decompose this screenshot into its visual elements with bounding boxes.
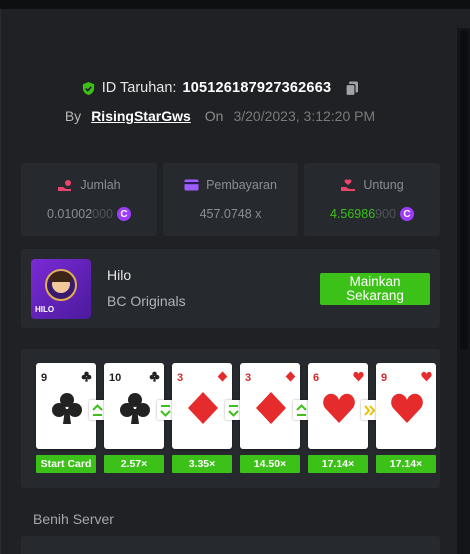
card-rank: 3 bbox=[245, 372, 252, 384]
game-info-row: HILO Hilo BC Originals Mainkan Sekarang bbox=[21, 249, 440, 328]
by-label: By bbox=[64, 108, 82, 124]
coin-icon: C bbox=[117, 207, 132, 221]
card-multiplier: 17.14× bbox=[308, 455, 368, 473]
server-seed-field bbox=[21, 536, 440, 554]
diamonds-small-icon bbox=[285, 371, 296, 382]
on-label: On bbox=[204, 108, 224, 124]
hearts-icon bbox=[323, 393, 355, 423]
thumbnail-hair bbox=[50, 272, 72, 282]
coin-icon: C bbox=[400, 207, 415, 221]
stat-payout-value: 457.0748 x bbox=[199, 207, 262, 221]
game-thumbnail[interactable]: HILO bbox=[31, 259, 91, 319]
hilo-cards-panel: 9 Start Card 10 2.57× 3 3.35× 3 14.50× 6 17.14× 9 1… bbox=[21, 349, 440, 488]
card-multiplier: 2.57× bbox=[104, 455, 164, 473]
card-rank: 9 bbox=[381, 372, 388, 384]
playing-card: 3 bbox=[240, 363, 300, 449]
hearts-small-icon bbox=[421, 371, 432, 382]
play-now-button[interactable]: Mainkan Sekarang bbox=[320, 273, 430, 305]
card-multiplier: 14.50× bbox=[240, 455, 300, 473]
clubs-small-icon bbox=[149, 371, 160, 382]
stat-payout: Pembayaran 457.0748 x bbox=[163, 163, 298, 236]
card-rank: 10 bbox=[109, 372, 122, 384]
diamonds-icon bbox=[256, 392, 286, 424]
stat-profit-value: 4.56986 bbox=[329, 207, 376, 221]
card-multiplier: 17.14× bbox=[376, 455, 436, 473]
card-rank: 6 bbox=[313, 372, 320, 384]
playing-card: 10 bbox=[104, 363, 164, 449]
stat-profit: Untung 4.56986900 C bbox=[304, 163, 440, 236]
hand-heart-icon bbox=[341, 178, 356, 191]
stat-amount-value: 0.01002 bbox=[46, 207, 93, 221]
diamonds-small-icon bbox=[217, 371, 228, 382]
stat-amount-label: Jumlah bbox=[80, 178, 121, 192]
bet-author-row: By RisingStarGws On 3/20/2023, 3:12:20 P… bbox=[0, 108, 470, 124]
bet-id-value: 105126187927362663 bbox=[182, 80, 332, 96]
hand-coin-icon bbox=[58, 179, 72, 191]
top-bar bbox=[0, 0, 470, 9]
clubs-icon bbox=[120, 393, 150, 424]
hearts-icon bbox=[391, 393, 423, 423]
card-rank: 3 bbox=[177, 372, 184, 384]
card-multiplier: Start Card bbox=[36, 455, 96, 473]
wallet-card-icon bbox=[184, 179, 199, 191]
server-seed-label: Benih Server bbox=[33, 511, 114, 527]
bet-id-label: ID Taruhan: bbox=[101, 80, 177, 96]
playing-card: 9 bbox=[376, 363, 436, 449]
stat-profit-label: Untung bbox=[363, 178, 404, 192]
game-provider: BC Originals bbox=[107, 293, 186, 309]
playing-card: 3 bbox=[172, 363, 232, 449]
card-rank: 9 bbox=[41, 372, 48, 384]
bet-id-row: ID Taruhan: 105126187927362663 bbox=[0, 80, 470, 96]
copy-icon[interactable] bbox=[345, 81, 359, 96]
verified-shield-icon bbox=[82, 81, 94, 95]
card-multiplier: 3.35× bbox=[172, 455, 232, 473]
stat-amount: Jumlah 0.01002000 C bbox=[21, 163, 157, 236]
stat-payout-label: Pembayaran bbox=[206, 178, 277, 192]
stat-profit-trailing-zeros: 900 bbox=[375, 207, 397, 221]
clubs-small-icon bbox=[81, 371, 92, 382]
username-link[interactable]: RisingStarGws bbox=[91, 108, 191, 124]
playing-card: 9 bbox=[36, 363, 96, 449]
clubs-icon bbox=[52, 393, 82, 424]
bet-timestamp: 3/20/2023, 3:12:20 PM bbox=[233, 108, 376, 124]
diamonds-icon bbox=[188, 392, 218, 424]
scrollbar-thumb[interactable] bbox=[460, 30, 468, 350]
hearts-small-icon bbox=[353, 371, 364, 382]
playing-card: 6 bbox=[308, 363, 368, 449]
thumbnail-label: HILO bbox=[35, 305, 55, 314]
stat-amount-trailing-zeros: 000 bbox=[92, 207, 114, 221]
game-name: Hilo bbox=[107, 267, 132, 283]
